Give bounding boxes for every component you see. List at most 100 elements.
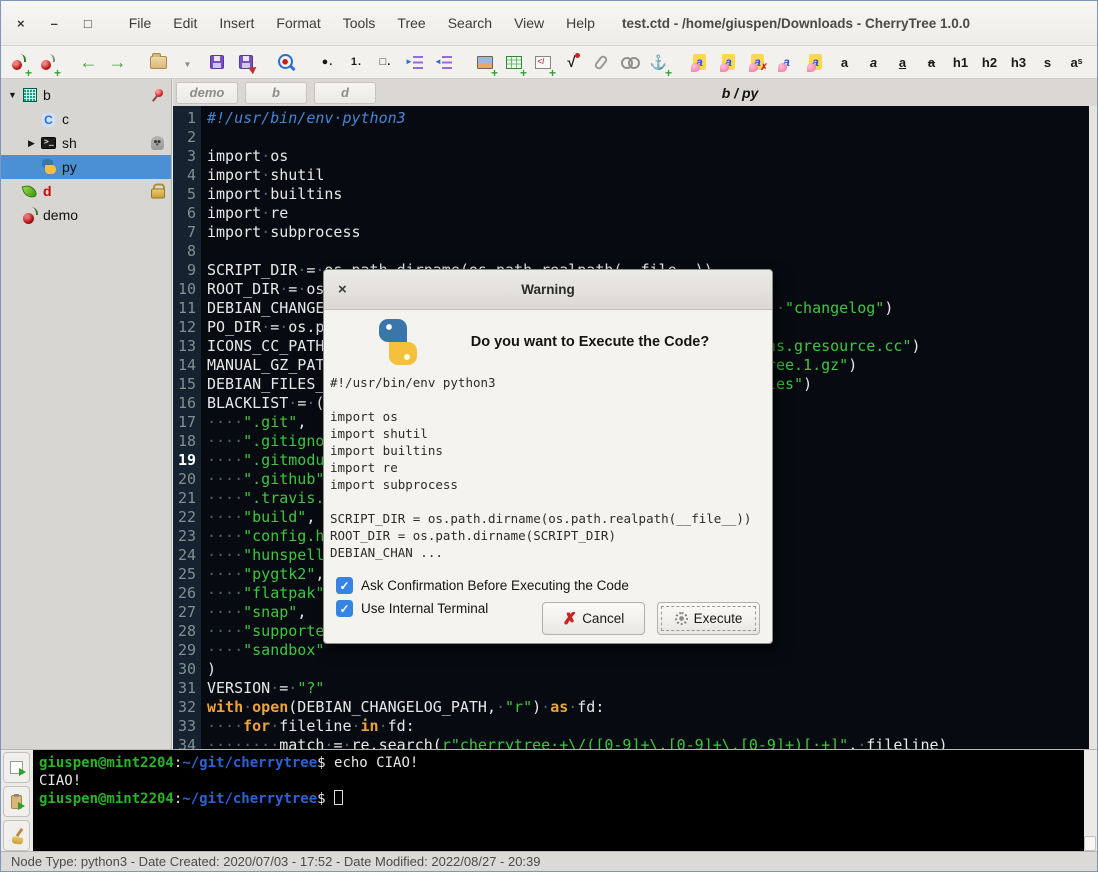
new-node-button[interactable] — [5, 48, 32, 76]
todo-list-button[interactable]: □. — [372, 48, 399, 76]
code-line: ····for·fileline·in·fd: — [207, 717, 1089, 736]
floppy-icon — [210, 55, 224, 69]
find-node-button[interactable] — [273, 48, 300, 76]
indent-less-button[interactable] — [430, 48, 457, 76]
save-as-button[interactable] — [232, 48, 259, 76]
dialog-buttons: Cancel Execute — [542, 602, 760, 635]
go-back-button[interactable] — [75, 48, 102, 76]
image-icon — [477, 56, 493, 69]
h1-button[interactable]: h1 — [947, 48, 974, 76]
bulleted-list-button[interactable]: ●. — [314, 48, 341, 76]
background-color-button[interactable]: a — [715, 48, 742, 76]
code-line: import·subprocess — [207, 223, 1089, 242]
tab-demo[interactable]: demo — [176, 82, 238, 104]
go-forward-button[interactable] — [104, 48, 131, 76]
menu-file[interactable]: File — [118, 11, 163, 35]
line-number: 2 — [173, 128, 196, 147]
menu-edit[interactable]: Edit — [162, 11, 208, 35]
superscript-button[interactable]: aˢ — [1063, 48, 1090, 76]
highlight-button[interactable]: a — [802, 48, 829, 76]
indent-left-icon — [435, 56, 452, 69]
line-number: 7 — [173, 223, 196, 242]
arrow-right-icon — [109, 52, 127, 73]
line-number: 14 — [173, 356, 196, 375]
insert-anchor-button[interactable] — [645, 48, 672, 76]
open-file-button[interactable] — [145, 48, 172, 76]
menu-help[interactable]: Help — [555, 11, 606, 35]
menu-tree[interactable]: Tree — [386, 11, 436, 35]
insert-link-button[interactable] — [616, 48, 643, 76]
menu-tools[interactable]: Tools — [332, 11, 387, 35]
save-button[interactable] — [203, 48, 230, 76]
insert-codebox-button[interactable] — [529, 48, 556, 76]
tree-node-sh[interactable]: ▶sh — [1, 131, 171, 155]
remove-formatting-button[interactable]: a — [744, 48, 771, 76]
italic-button-glyph: a — [870, 55, 877, 70]
tree-node-py[interactable]: py — [1, 155, 171, 179]
checkbox-icon[interactable]: ✓ — [336, 600, 353, 617]
tree-node-b[interactable]: ▼b — [1, 83, 171, 107]
close-button[interactable]: × — [17, 16, 25, 31]
attach-file-button[interactable] — [587, 48, 614, 76]
text-color-button[interactable]: a — [773, 48, 800, 76]
italic-button[interactable]: a — [860, 48, 887, 76]
open-recent-caret[interactable] — [174, 48, 201, 76]
dialog-titlebar: × Warning — [324, 270, 772, 310]
folder-icon — [150, 56, 167, 69]
h3-button[interactable]: h3 — [1005, 48, 1032, 76]
tab-d[interactable]: d — [314, 82, 376, 104]
code-preview: #!/usr/bin/env python3 import osimport s… — [330, 374, 772, 561]
code-line: with·open(DEBIAN_CHANGELOG_PATH,·"r")·as… — [207, 698, 1089, 717]
insert-image-button[interactable] — [471, 48, 498, 76]
numbered-list-button[interactable]: 1. — [343, 48, 370, 76]
foreground-color-button[interactable]: a — [686, 48, 713, 76]
terminal-screen[interactable]: giuspen@mint2204:~/git/cherrytree$ echo … — [33, 750, 1084, 853]
terminal-paste-button[interactable] — [3, 786, 30, 817]
line-number: 24 — [173, 546, 196, 565]
small-button[interactable]: s — [1034, 48, 1061, 76]
terminal-scrollbar[interactable] — [1084, 750, 1097, 853]
indent-more-button[interactable] — [401, 48, 428, 76]
tree-node-demo[interactable]: demo — [1, 203, 171, 227]
h2-button[interactable]: h2 — [976, 48, 1003, 76]
expander-icon[interactable]: ▼ — [5, 90, 20, 100]
lock-icon — [151, 184, 164, 199]
insert-table-button[interactable] — [500, 48, 527, 76]
menu-format[interactable]: Format — [265, 11, 331, 35]
node-leaf-icon — [20, 185, 39, 198]
ghost-icon — [151, 136, 164, 150]
execute-button[interactable]: Execute — [657, 602, 760, 635]
checkbox-icon[interactable]: ✓ — [336, 577, 353, 594]
menu-search[interactable]: Search — [437, 11, 503, 35]
minimize-button[interactable]: – — [51, 16, 58, 31]
underline-button[interactable]: a — [889, 48, 916, 76]
code-preview-line — [330, 391, 772, 408]
tree-node-c[interactable]: c — [1, 107, 171, 131]
remove-formatting-button-glyph: a — [751, 54, 764, 70]
statusbar: Node Type: python3 - Date Created: 2020/… — [1, 851, 1097, 871]
terminal-buttons — [1, 750, 33, 853]
menu-view[interactable]: View — [503, 11, 555, 35]
maximize-button[interactable]: □ — [84, 16, 92, 31]
numbered-list-button-glyph: 1. — [351, 56, 362, 68]
editor-scrollbar[interactable] — [1089, 106, 1097, 749]
cherry-sub-icon — [40, 53, 55, 71]
line-number: 20 — [173, 470, 196, 489]
strikethrough-button[interactable]: a — [918, 48, 945, 76]
subscript-button[interactable]: aₛ — [1092, 48, 1098, 76]
checkbox-row-0[interactable]: ✓Ask Confirmation Before Executing the C… — [336, 577, 772, 594]
menu-insert[interactable]: Insert — [208, 11, 265, 35]
terminal-clear-button[interactable] — [3, 820, 30, 851]
line-number: 4 — [173, 166, 196, 185]
bold-button[interactable]: a — [831, 48, 858, 76]
cancel-button[interactable]: Cancel — [542, 602, 645, 635]
node-rich-glyph — [23, 88, 37, 102]
python-logo-icon — [374, 318, 422, 366]
tree-node-d[interactable]: d — [1, 179, 171, 203]
insert-latex-button[interactable] — [558, 48, 585, 76]
terminal-run-button[interactable] — [3, 752, 30, 783]
new-subnode-button[interactable] — [34, 48, 61, 76]
expander-icon[interactable]: ▶ — [24, 138, 39, 149]
dialog-close-icon[interactable]: × — [338, 281, 347, 298]
tab-b[interactable]: b — [245, 82, 307, 104]
